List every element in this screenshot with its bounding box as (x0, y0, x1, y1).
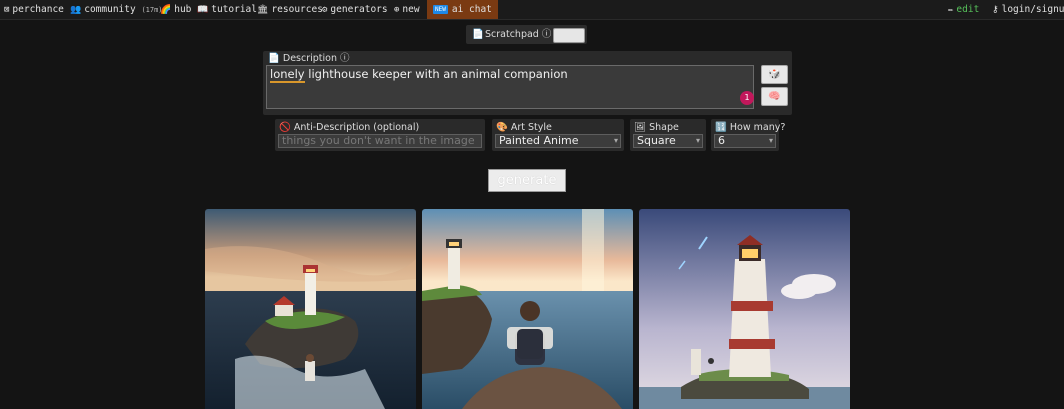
generated-image-1[interactable] (205, 209, 416, 409)
generated-image-3[interactable] (639, 209, 850, 409)
description-panel: 📄 Description ⓘ lonely lighthouse keeper… (263, 51, 792, 115)
nav-edit-label: edit (956, 4, 980, 15)
nav-generators[interactable]: ⚙ generators (322, 0, 388, 19)
document-icon: 📄 (268, 53, 280, 64)
description-text: lighthouse keeper with an animal compani… (304, 67, 568, 81)
nav-community-label: community (84, 4, 136, 15)
lighthouse-island-image (205, 209, 416, 409)
generate-button[interactable]: generate (488, 169, 566, 192)
info-icon[interactable]: ⓘ (542, 29, 552, 40)
book-icon: 📖 (197, 5, 209, 15)
how-many-label: 🔢 How many? (715, 122, 785, 134)
generated-image-2[interactable] (422, 209, 633, 409)
key-icon: ⚷ (992, 5, 999, 15)
top-nav: ⊠ perchance 👥 community (17m) 🌈 hub 📖 tutori… (0, 0, 1064, 20)
document-icon: 📄 (472, 29, 484, 40)
scratchpad-text: Scratchpad (485, 29, 539, 40)
description-label: 📄 Description ⓘ (268, 53, 350, 65)
anti-description-label: 🚫 Anti-Description (optional) (279, 122, 419, 134)
chevron-down-icon: ▾ (695, 136, 700, 145)
spellcheck-word: lonely (270, 67, 305, 83)
nav-tutorial-label: tutorial (211, 4, 257, 15)
brain-icon: 🧠 (768, 91, 781, 102)
anti-description-input[interactable]: things you don't want in the image (278, 134, 482, 148)
description-label-text: Description (282, 53, 337, 64)
perchance-logo-icon: ⊠ (4, 5, 10, 15)
anti-description-placeholder: things you don't want in the image (282, 134, 475, 147)
nav-login-label: login/signup (1001, 4, 1064, 15)
nav-perchance-label: perchance (12, 4, 64, 15)
new-badge: NEW (433, 5, 448, 14)
shape-value: Square (637, 134, 676, 147)
prohibited-icon: 🚫 (279, 122, 291, 133)
nav-new-label: new (402, 4, 420, 15)
shape-label: 🖼 Shape (634, 122, 679, 134)
rainbow-icon: 🌈 (160, 5, 172, 15)
anti-description-panel: 🚫 Anti-Description (optional) things you… (275, 119, 485, 151)
scratchpad-label: Scratchpad ⓘ (485, 25, 551, 44)
nav-hub[interactable]: 🌈 hub (160, 0, 191, 19)
nav-community[interactable]: 👥 community (17m) (70, 0, 163, 19)
brain-button[interactable]: 🧠 (761, 87, 788, 106)
nav-new[interactable]: ⊕ new (394, 0, 420, 19)
art-style-label-text: Art Style (510, 122, 552, 133)
art-style-value: Painted Anime (499, 134, 579, 147)
shape-panel: 🖼 Shape Square ▾ (630, 119, 706, 151)
chevron-down-icon: ▾ (613, 136, 618, 145)
nav-ai-chat-label: ai chat (451, 4, 492, 15)
info-icon[interactable]: ⓘ (340, 53, 350, 64)
dice-icon: 🎲 (768, 69, 781, 80)
scratchpad-bar: 📄 Scratchpad ⓘ (466, 25, 587, 44)
nav-login[interactable]: ⚷ login/signup (992, 0, 1064, 19)
gears-icon: ⚙ (322, 5, 328, 15)
nav-perchance[interactable]: ⊠ perchance (4, 0, 64, 19)
art-style-panel: 🎨 Art Style Painted Anime ▾ (492, 119, 624, 151)
palette-icon: 🎨 (496, 122, 508, 133)
chevron-down-icon: ▾ (768, 136, 773, 145)
nav-resources[interactable]: 🏛 resources (257, 0, 323, 19)
lighthouse-clouds-image (639, 209, 850, 409)
how-many-label-text: How many? (729, 122, 786, 133)
nav-tutorial[interactable]: 📖 tutorial (197, 0, 257, 19)
scratchpad-toggle-button[interactable] (553, 28, 585, 43)
nav-hub-label: hub (174, 4, 192, 15)
anti-description-label-text: Anti-Description (optional) (293, 122, 420, 133)
description-textarea[interactable]: lonely lighthouse keeper with an animal … (266, 65, 754, 109)
plus-circle-icon: ⊕ (394, 5, 400, 15)
nav-generators-label: generators (330, 4, 388, 15)
how-many-value: 6 (718, 134, 725, 147)
community-icon: 👥 (70, 5, 82, 15)
building-icon: 🏛 (257, 5, 269, 15)
pencil-icon: ✏ (948, 5, 954, 15)
nav-resources-label: resources (271, 4, 323, 15)
how-many-panel: 🔢 How many? 6 ▾ (711, 119, 785, 151)
how-many-select[interactable]: 6 ▾ (714, 134, 776, 148)
nav-ai-chat[interactable]: NEW ai chat (427, 0, 498, 19)
lighthouse-sunset-image (422, 209, 633, 409)
shuffle-dice-button[interactable]: 🎲 (761, 65, 788, 84)
grid-icon: 🔢 (715, 122, 727, 133)
picture-icon: 🖼 (634, 122, 647, 133)
shape-label-text: Shape (649, 122, 679, 133)
shape-select[interactable]: Square ▾ (633, 134, 703, 148)
nav-edit[interactable]: ✏ edit (948, 0, 979, 19)
art-style-label: 🎨 Art Style (496, 122, 552, 134)
notification-badge[interactable]: 1 (740, 91, 754, 105)
art-style-select[interactable]: Painted Anime ▾ (495, 134, 621, 148)
